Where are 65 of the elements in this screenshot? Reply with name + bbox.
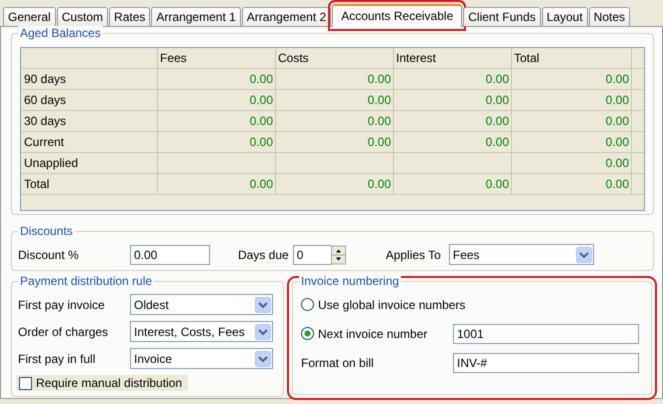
field-label: First pay invoice xyxy=(18,298,106,312)
radio-option[interactable]: Use global invoice numbers xyxy=(301,298,466,312)
table-cell: 0.00 xyxy=(512,69,632,89)
table-cell: 0.00 xyxy=(394,111,512,131)
group-title: Payment distribution rule xyxy=(18,274,154,288)
table-cell: 0.00 xyxy=(158,174,276,194)
input-field[interactable]: 0 xyxy=(292,244,331,264)
input-field[interactable]: INV-# xyxy=(453,352,639,372)
table-cell: 0.00 xyxy=(512,132,632,152)
group-title: Aged Balances xyxy=(18,26,103,40)
row-header: 90 days xyxy=(21,69,158,89)
column-header: Interest xyxy=(394,48,512,68)
tab[interactable]: Arrangement 1 xyxy=(151,7,241,26)
input-field[interactable]: 0.00 xyxy=(130,244,210,264)
input-field[interactable]: 1001 xyxy=(453,324,639,344)
group-title: Discounts xyxy=(18,224,75,238)
table-cell: 0.00 xyxy=(276,111,394,131)
table-cell: 0.00 xyxy=(158,90,276,110)
dropdown[interactable]: Invoice xyxy=(130,348,273,369)
table-cell: 0.00 xyxy=(512,111,632,131)
radio-button[interactable] xyxy=(301,298,314,311)
table-cell: 0.00 xyxy=(158,132,276,152)
table-cell: 0.00 xyxy=(276,69,394,89)
row-header: 30 days xyxy=(21,111,158,131)
table-cell: 0.00 xyxy=(158,69,276,89)
field-label: Format on bill xyxy=(301,356,374,370)
table-cell: 0.00 xyxy=(276,174,394,194)
table-cell: 0.00 xyxy=(394,174,512,194)
field-label: First pay in full xyxy=(18,352,96,366)
table-cell: 0.00 xyxy=(512,90,632,110)
row-header: Total xyxy=(21,174,158,194)
field-label: Days due xyxy=(238,248,289,262)
tab[interactable]: Custom xyxy=(56,7,108,26)
dropdown[interactable]: Fees xyxy=(448,244,594,265)
row-header: Unapplied xyxy=(21,153,158,173)
group-title: Invoice numbering xyxy=(299,274,402,288)
tab[interactable]: Rates xyxy=(109,7,150,26)
row-header: Current xyxy=(21,132,158,152)
tab[interactable]: Notes xyxy=(588,7,630,26)
checkbox[interactable] xyxy=(19,376,32,390)
table-cell: 0.00 xyxy=(276,132,394,152)
table-cell: 0.00 xyxy=(394,132,512,152)
radio-button[interactable] xyxy=(301,327,314,340)
table-cell: 0.00 xyxy=(158,111,276,131)
field-label: Discount % xyxy=(18,248,80,262)
checkbox-option[interactable]: Require manual distribution xyxy=(16,375,188,391)
tab[interactable]: General xyxy=(3,7,56,26)
column-header: Total xyxy=(512,48,632,68)
table-cell: 0.00 xyxy=(394,90,512,110)
table-cell: 0.00 xyxy=(394,69,512,89)
row-header: 60 days xyxy=(21,90,158,110)
spinner-icon[interactable] xyxy=(330,244,346,264)
table-cell: 0.00 xyxy=(512,174,632,194)
table-cell: 0.00 xyxy=(276,90,394,110)
tab[interactable]: Client Funds xyxy=(463,7,541,26)
tab[interactable]: Layout xyxy=(542,7,588,26)
column-header: Costs xyxy=(276,48,394,68)
tab[interactable]: Arrangement 2 xyxy=(242,7,332,26)
field-label: Order of charges xyxy=(18,324,110,338)
field-label: Applies To xyxy=(386,248,441,262)
dropdown[interactable]: Interest, Costs, Fees xyxy=(130,321,273,342)
radio-option[interactable]: Next invoice number xyxy=(301,326,428,340)
column-header: Fees xyxy=(158,48,276,68)
dropdown[interactable]: Oldest xyxy=(130,294,273,315)
table-cell: 0.00 xyxy=(512,153,632,173)
